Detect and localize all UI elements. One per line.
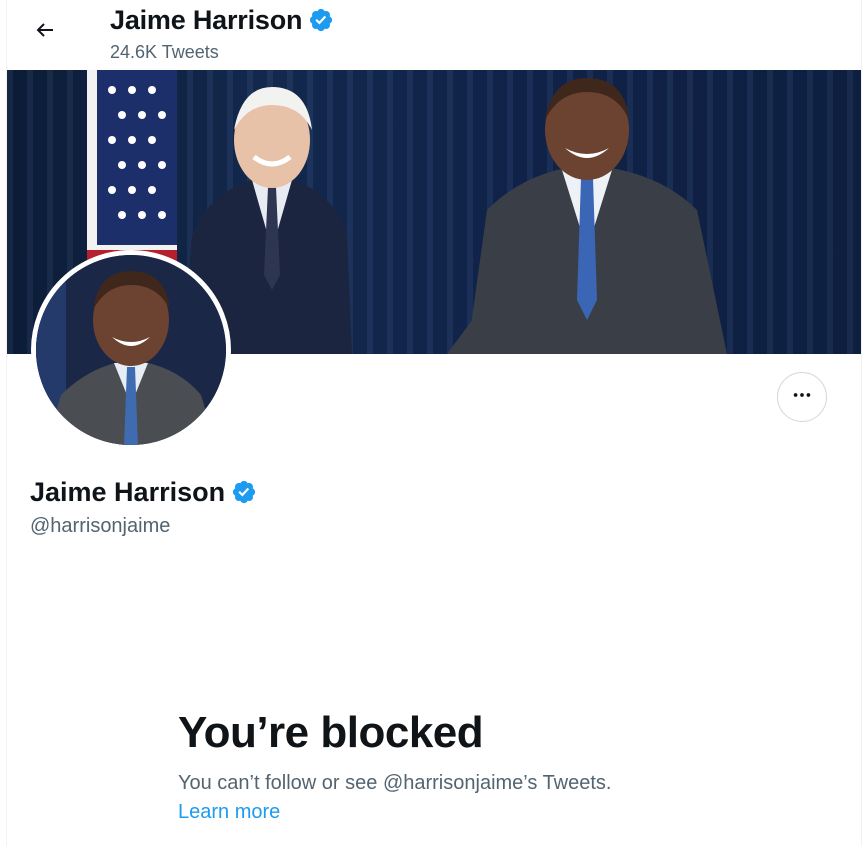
profile-header: Jaime Harrison 24.6K Tweets xyxy=(7,0,861,70)
avatar-image xyxy=(36,255,226,445)
verified-badge-icon[interactable] xyxy=(231,479,257,505)
arrow-left-icon xyxy=(33,18,57,47)
blocked-title: You’re blocked xyxy=(178,708,484,757)
verified-badge-icon xyxy=(308,7,334,33)
profile-avatar[interactable] xyxy=(31,250,231,450)
profile-display-name: Jaime Harrison xyxy=(30,477,226,507)
header-name: Jaime Harrison xyxy=(110,5,303,35)
blocked-description: You can’t follow or see @harrisonjaime’s… xyxy=(178,772,612,794)
profile-name: Jaime Harrison xyxy=(30,476,257,508)
banner-person-right xyxy=(447,78,727,354)
more-options-button[interactable] xyxy=(777,372,827,422)
tweet-count: 24.6K Tweets xyxy=(110,42,219,62)
header-title: Jaime Harrison xyxy=(110,4,334,36)
more-dots-icon xyxy=(791,384,813,411)
profile-column: Jaime Harrison 24.6K Tweets Jaime Harris… xyxy=(6,0,862,846)
profile-handle: @harrisonjaime xyxy=(30,515,171,537)
back-button[interactable] xyxy=(27,14,63,50)
learn-more-link[interactable]: Learn more xyxy=(178,799,280,825)
profile-page: Jaime Harrison 24.6K Tweets Jaime Harris… xyxy=(0,0,864,846)
